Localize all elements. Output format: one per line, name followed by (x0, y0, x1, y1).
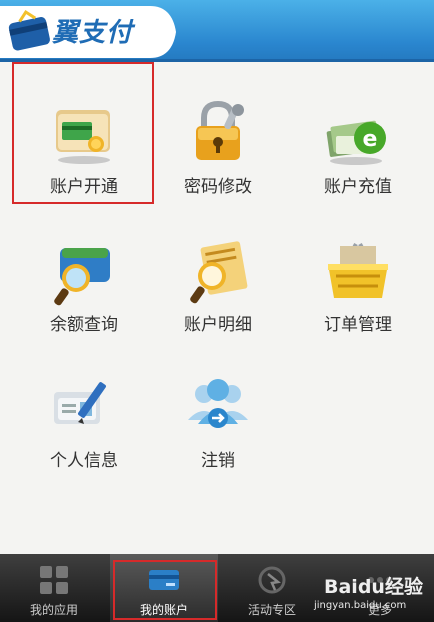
tile-label: 注销 (201, 451, 235, 471)
function-grid: 账户开通 密码修改 e 账户充值 余额查询 账户明细 订单管理 个人信息 注销 (0, 62, 434, 554)
shopping-basket-icon (328, 243, 388, 298)
nav-item-my-account[interactable]: 我的账户 (110, 554, 218, 622)
tile-order-management[interactable]: 订单管理 (288, 210, 428, 340)
gift-icon (258, 566, 286, 594)
id-card-pen-icon (54, 382, 106, 424)
svg-text:e: e (363, 127, 378, 152)
wallet-card-icon (56, 110, 110, 164)
money-e-icon: e (326, 120, 386, 165)
padlock-key-icon (196, 100, 244, 160)
tile-label: 账户明细 (184, 315, 252, 335)
apps-grid-icon (40, 566, 68, 594)
tile-account-details[interactable]: 账户明细 (148, 210, 288, 340)
tile-label: 密码修改 (184, 177, 252, 197)
tile-label: 订单管理 (324, 315, 392, 335)
nav-item-my-apps[interactable]: 我的应用 (0, 554, 108, 622)
document-magnifier-icon (190, 241, 248, 304)
tile-account-recharge[interactable]: e 账户充值 (288, 72, 428, 202)
tile-label: 余额查询 (50, 315, 118, 335)
tile-personal-info[interactable]: 个人信息 (14, 346, 154, 476)
watermark-url: jingyan.baidu.com (314, 600, 407, 611)
app-logo: 翼支付 (0, 0, 180, 62)
nav-label: 我的应用 (29, 603, 78, 617)
tile-balance-query[interactable]: 余额查询 (14, 210, 154, 340)
logo-text: 翼支付 (52, 18, 134, 48)
tile-password-change[interactable]: 密码修改 (148, 72, 288, 202)
tile-account-open[interactable]: 账户开通 (14, 72, 154, 202)
watermark-brand: Baidu经验 (324, 576, 423, 598)
nav-label: 我的账户 (139, 603, 188, 617)
app-header: 翼支付 (0, 0, 434, 62)
tile-label: 个人信息 (50, 451, 118, 471)
tile-label: 账户开通 (50, 177, 118, 197)
users-logout-icon (188, 379, 248, 428)
tile-label: 账户充值 (324, 177, 392, 197)
baidu-watermark: Baidu经验 jingyan.baidu.com (310, 572, 432, 618)
card-icon (149, 570, 179, 590)
tile-logout[interactable]: 注销 (148, 346, 288, 476)
wallet-magnifier-icon (54, 248, 110, 306)
